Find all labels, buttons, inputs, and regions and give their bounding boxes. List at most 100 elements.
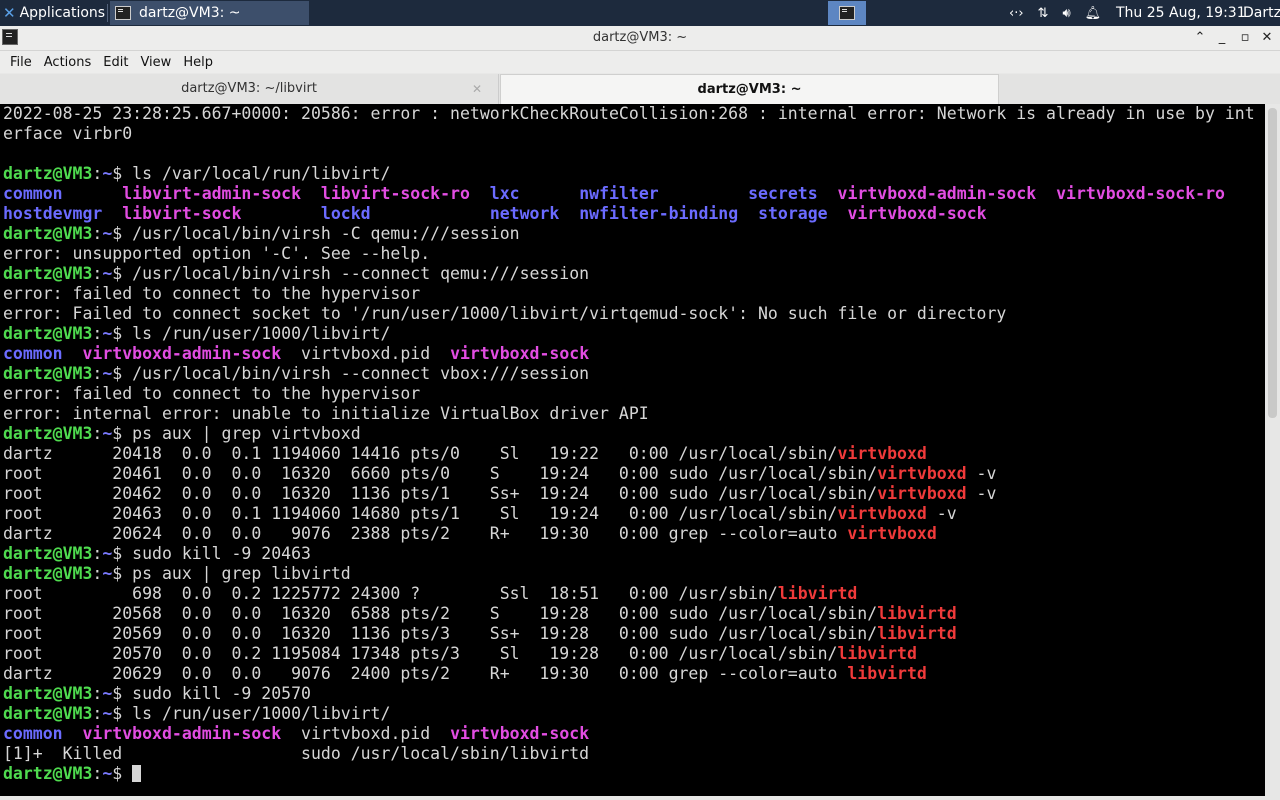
terminal-segment: virtvboxd-sock (450, 724, 590, 743)
terminal-line: error: Failed to connect socket to '/run… (3, 304, 1265, 324)
terminal-segment: virtvboxd.pid (281, 724, 451, 743)
window-menu-icon[interactable] (2, 29, 18, 45)
menu-file[interactable]: File (10, 55, 32, 70)
terminal-segment (301, 184, 321, 203)
terminal-segment: dartz@VM3 (3, 424, 93, 443)
window-title: dartz@VM3: ~ (592, 30, 688, 45)
terminal-scrollbar[interactable] (1265, 104, 1280, 796)
terminal-segment: common (3, 344, 63, 363)
terminal-line: common libvirt-admin-sock libvirt-sock-r… (3, 184, 1265, 204)
terminal-segment: ~ (102, 364, 113, 383)
taskbar: ✕ Applications dartz@VM3: ~ ‹·› ⇅ 🔊︎ 🔔︎ … (0, 0, 1280, 26)
terminal-segment: root 20462 0.0 0.0 16320 1136 pts/1 Ss+ … (3, 484, 878, 503)
terminal-segment (738, 204, 758, 223)
terminal-segment (371, 204, 490, 223)
applications-menu-button[interactable]: ✕ Applications (0, 0, 105, 26)
clock[interactable]: Thu 25 Aug, 19:31 (1116, 0, 1246, 26)
volume-icon[interactable]: 🔊︎ (1062, 6, 1070, 21)
minimize-icon[interactable]: _ (1214, 26, 1230, 50)
terminal-segment: libvirtd (777, 584, 858, 603)
terminal-segment: : (92, 764, 103, 783)
network-updown-icon[interactable]: ⇅ (1038, 6, 1049, 21)
tab-close-icon[interactable]: ✕ (472, 74, 482, 104)
terminal-segment: libvirt-admin-sock (122, 184, 302, 203)
terminal-segment: virtvboxd-sock-ro (1056, 184, 1225, 203)
notification-bell-icon[interactable]: 🔔︎ (1085, 6, 1102, 21)
scrollbar-thumb[interactable] (1268, 108, 1277, 418)
taskbar-window-button[interactable]: dartz@VM3: ~ (110, 1, 309, 25)
terminal-segment: dartz 20418 0.0 0.1 1194060 14416 pts/0 … (3, 444, 838, 463)
terminal-segment: virtvboxd (877, 464, 967, 483)
terminal-segment: : (92, 544, 103, 563)
maximize-icon[interactable]: ▫ (1237, 26, 1253, 50)
terminal-segment: root 698 0.0 0.2 1225772 24300 ? Ssl 18:… (3, 584, 778, 603)
terminal-line: error: internal error: unable to initial… (3, 404, 1265, 424)
terminal-segment: -v (966, 464, 997, 483)
terminal-line: dartz@VM3:~$ ls /var/local/run/libvirt/ (3, 164, 1265, 184)
terminal-line: dartz@VM3:~$ /usr/local/bin/virsh --conn… (3, 264, 1265, 284)
terminal-segment: dartz@VM3 (3, 684, 93, 703)
terminal-segment: : (92, 224, 103, 243)
terminal-segment: : (92, 264, 103, 283)
terminal-segment: ~ (102, 564, 113, 583)
terminal-segment: virtvboxd-admin-sock (82, 724, 282, 743)
terminal-segment: dartz 20624 0.0 0.0 9076 2388 pts/2 R+ 1… (3, 524, 848, 543)
xfce-logo-icon: ✕ (3, 4, 16, 22)
terminal-output[interactable]: 2022-08-25 23:28:25.667+0000: 20586: err… (0, 104, 1265, 796)
terminal-line: dartz@VM3:~$ /usr/local/bin/virsh --conn… (3, 364, 1265, 384)
terminal-segment: common (3, 184, 63, 203)
terminal-segment: common (3, 724, 63, 743)
terminal-segment: nwfilter-binding (579, 204, 739, 223)
terminal-segment: ~ (102, 684, 113, 703)
menu-actions[interactable]: Actions (44, 55, 92, 70)
menu-help[interactable]: Help (183, 55, 213, 70)
terminal-segment: $ sudo kill -9 20570 (112, 684, 311, 703)
menu-edit[interactable]: Edit (103, 55, 128, 70)
terminal-segment: virtvboxd-admin-sock (837, 184, 1037, 203)
terminal-line: dartz@VM3:~$ ps aux | grep libvirtd (3, 564, 1265, 584)
window-titlebar[interactable]: dartz@VM3: ~ ⌃ _ ▫ ✕ (0, 26, 1280, 51)
terminal-segment: $ /usr/local/bin/virsh --connect vbox://… (112, 364, 590, 383)
terminal-segment: libvirt-sock (122, 204, 242, 223)
system-tray: ‹·› ⇅ 🔊︎ 🔔︎ (1002, 0, 1108, 26)
terminal-segment (659, 184, 748, 203)
tab-home[interactable]: dartz@VM3: ~ (500, 74, 999, 104)
terminal-line: error: unsupported option '-C'. See --he… (3, 244, 1265, 264)
terminal-segment (241, 204, 320, 223)
terminal-segment: root 20463 0.0 0.1 1194060 14680 pts/1 S… (3, 504, 838, 523)
window-shade-icon[interactable]: ⌃ (1192, 26, 1208, 50)
terminal-line: root 20462 0.0 0.0 16320 1136 pts/1 Ss+ … (3, 484, 1265, 504)
terminal-segment: $ sudo kill -9 20463 (112, 544, 311, 563)
terminal-segment: dartz@VM3 (3, 364, 93, 383)
tab-libvirt[interactable]: dartz@VM3: ~/libvirt ✕ (0, 74, 499, 104)
close-icon[interactable]: ✕ (1259, 26, 1275, 50)
terminal-line (3, 144, 1265, 164)
terminal-segment: $ /usr/local/bin/virsh --connect qemu://… (112, 264, 590, 283)
tab-label: dartz@VM3: ~ (697, 82, 802, 97)
terminal-segment: libvirtd (877, 624, 957, 643)
user-menu[interactable]: Dartz (1243, 0, 1280, 26)
terminal-line: error: failed to connect to the hypervis… (3, 384, 1265, 404)
terminal-segment: ~ (102, 164, 113, 183)
menu-view[interactable]: View (140, 55, 171, 70)
terminal-segment: -v (926, 504, 957, 523)
terminal-line: root 20461 0.0 0.0 16320 6660 pts/0 S 19… (3, 464, 1265, 484)
network-arrows-icon[interactable]: ‹·› (1009, 6, 1024, 21)
terminal-segment: ~ (102, 224, 113, 243)
terminal-segment: dartz 20629 0.0 0.0 9076 2400 pts/2 R+ 1… (3, 664, 848, 683)
terminal-line: root 698 0.0 0.2 1225772 24300 ? Ssl 18:… (3, 584, 1265, 604)
terminal-segment: virtvboxd-admin-sock (82, 344, 282, 363)
terminal-segment (818, 184, 838, 203)
terminal-segment: : (92, 364, 103, 383)
terminal-segment (470, 184, 490, 203)
terminal-segment: error: failed to connect to the hypervis… (3, 384, 421, 403)
terminal-segment: virtvboxd (847, 524, 937, 543)
terminal-segment: virtvboxd-sock (450, 344, 590, 363)
workspace-pager[interactable] (828, 1, 866, 25)
terminal-segment: dartz@VM3 (3, 164, 93, 183)
terminal-line: dartz@VM3:~$ ps aux | grep virtvboxd (3, 424, 1265, 444)
terminal-segment: error: Failed to connect socket to '/run… (3, 304, 1007, 323)
terminal-segment: dartz@VM3 (3, 704, 93, 723)
terminal-segment: ~ (102, 704, 113, 723)
terminal-segment: lockd (320, 204, 371, 223)
